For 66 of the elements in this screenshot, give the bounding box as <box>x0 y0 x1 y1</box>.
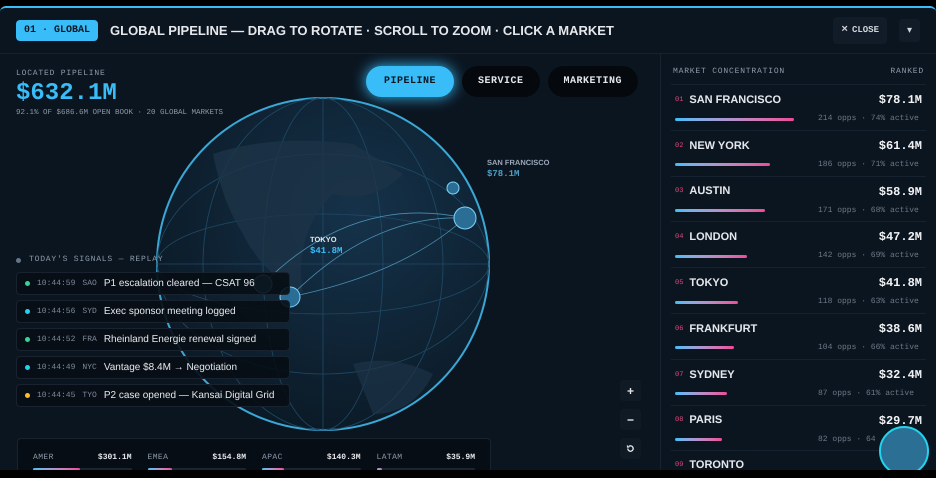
signal-code: TYO <box>82 390 97 402</box>
signal-time: 10:44:45 <box>37 390 76 402</box>
market-name: FRANKFURT <box>689 322 758 337</box>
market-name: AUSTIN <box>689 184 732 200</box>
signal-text: Exec sponsor meeting logged <box>104 305 236 319</box>
market-name: SYDNEY <box>689 368 736 383</box>
region-value: $35.9M <box>446 452 475 464</box>
signal-text: P2 case opened — Kansai Digital Grid <box>104 389 274 403</box>
signal-text: Vantage $8.4M → Negotiation <box>104 361 238 375</box>
reset-icon <box>626 444 635 453</box>
market-detail: 171 opps · 68% active <box>818 204 920 217</box>
region-name: APAC <box>262 452 283 464</box>
market-detail: 186 opps · 71% active <box>818 158 920 171</box>
market-detail: 104 opps · 66% active <box>818 342 920 354</box>
tab[interactable]: PIPELINE <box>366 66 454 97</box>
signal-code: FRA <box>82 334 97 346</box>
pipeline-label: LOCATED PIPELINE <box>16 68 107 80</box>
market-name: PARIS <box>689 413 724 428</box>
signal-code: SAO <box>82 278 97 290</box>
market-value: $58.9M <box>878 184 922 201</box>
signal-text: Rheinland Energie renewal signed <box>104 333 256 347</box>
window-title: GLOBAL PIPELINE — DRAG TO ROTATE · SCROLL TO ZOOM · CLICK A MARKET <box>110 22 615 40</box>
signal-code: SYD <box>82 306 97 318</box>
market-name: TOKYO <box>689 276 730 291</box>
signal-time: 10:44:59 <box>37 278 76 290</box>
avatar[interactable] <box>879 426 929 470</box>
zoom-in-button[interactable]: + <box>620 380 641 401</box>
signal-code: NYC <box>82 362 97 374</box>
market-detail: 142 opps · 69% active <box>818 250 920 262</box>
signal-time: 10:44:56 <box>37 306 76 318</box>
section-badge: 01 · GLOBAL <box>16 20 98 41</box>
region-value: $154.8M <box>212 452 246 464</box>
pipeline-value: $632.1M <box>16 80 118 108</box>
market-value: $29.7M <box>878 412 922 430</box>
market-detail: 118 opps · 63% active <box>818 296 920 308</box>
market-name: SAN FRANCISCO <box>689 92 782 108</box>
region-name: AMER <box>33 452 54 464</box>
markets-heading: MARKET CONCENTRATION <box>673 66 786 78</box>
market-name: TORONTO <box>689 458 746 470</box>
reset-view-button[interactable] <box>620 438 641 459</box>
sort-label: RANKED <box>890 66 924 78</box>
market-name: NEW YORK <box>689 138 751 154</box>
market-detail: 214 opps · 74% active <box>818 113 920 125</box>
close-button[interactable]: × CLOSE <box>833 17 887 44</box>
market-detail: 87 opps · 61% active <box>818 388 916 400</box>
market-value: $32.4M <box>878 366 922 384</box>
signal-text: P1 escalation cleared — CSAT 96 <box>104 277 255 291</box>
region-value: $301.1M <box>98 452 132 464</box>
market-name: LONDON <box>689 230 738 246</box>
marker-value: $78.1M <box>487 168 520 182</box>
market-value: $78.1M <box>878 92 922 109</box>
marker-value: $41.8M <box>310 245 342 258</box>
tab[interactable]: MARKETING <box>548 66 638 97</box>
region-value: $140.3M <box>326 452 360 464</box>
market-value: $41.8M <box>878 275 922 292</box>
signal-time: 10:44:52 <box>37 334 76 346</box>
region-name: LATAM <box>376 452 403 464</box>
market-detail: 82 opps · 64 <box>818 434 877 446</box>
dropdown-button[interactable]: ▾ <box>899 19 920 42</box>
region-name: EMEA <box>148 452 168 464</box>
market-value: $61.4M <box>878 138 922 155</box>
market-value: $47.2M <box>878 229 922 246</box>
tab[interactable]: SERVICE <box>462 66 540 97</box>
zoom-out-button[interactable]: − <box>620 409 641 430</box>
market-value: $38.6M <box>878 320 922 338</box>
signal-time: 10:44:49 <box>37 362 76 374</box>
